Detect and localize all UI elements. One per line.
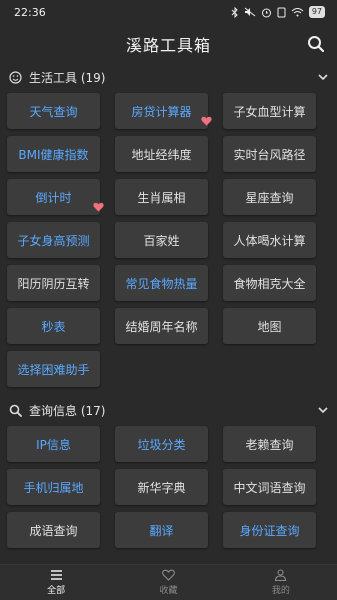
chevron-down-icon[interactable] <box>317 71 329 83</box>
nav-label: 收藏 <box>159 586 178 596</box>
tool-tile[interactable]: 地址经纬度 <box>115 136 208 172</box>
tool-label: 倒计时 <box>35 190 72 205</box>
alarm-icon <box>261 8 271 17</box>
tool-label: 老赖查询 <box>245 437 294 452</box>
mute-icon <box>244 7 256 17</box>
tool-tile[interactable]: 地图 <box>223 308 316 344</box>
favorite-heart-icon <box>93 202 104 212</box>
tool-label: 秒表 <box>41 319 66 334</box>
tool-tile[interactable]: 垃圾分类 <box>115 426 208 462</box>
search-icon[interactable] <box>307 35 325 53</box>
section-life-tools: 生活工具 (19) 天气查询 房贷计算器 子女血型计算 BMI健康指数 地址经纬度 实时台… <box>0 64 337 387</box>
tool-tile[interactable]: 选择困难助手 <box>7 351 100 387</box>
smiley-icon <box>9 70 23 84</box>
tool-label: 地址经纬度 <box>131 147 192 162</box>
status-bar: 22:36 97 <box>0 0 337 24</box>
tool-label: 人体喝水计算 <box>233 233 306 248</box>
tool-label: 百家姓 <box>143 233 180 248</box>
tool-tile[interactable]: 中文词语查询 <box>223 469 316 505</box>
tool-tile[interactable]: BMI健康指数 <box>7 136 100 172</box>
list-icon <box>50 570 62 580</box>
tool-label: 手机归属地 <box>23 480 84 495</box>
tool-tile[interactable]: 人体喝水计算 <box>223 222 316 258</box>
bottom-nav: 全部 收藏 我的 <box>0 564 337 600</box>
search-icon <box>9 403 23 417</box>
section-query-info: 查询信息 (17) IP信息 垃圾分类 老赖查询手机归属地 新华字典 中文词语查询成语查… <box>0 397 337 548</box>
tool-tile[interactable]: 倒计时 <box>7 179 104 215</box>
tool-grid-query: IP信息 垃圾分类 老赖查询手机归属地 新华字典 中文词语查询成语查询 翻译 身份证查询 <box>0 423 337 548</box>
app-bar: 溪路工具箱 <box>0 24 337 64</box>
heart-icon <box>162 569 175 581</box>
section-header-life-tools[interactable]: 生活工具 (19) <box>0 64 337 90</box>
tool-tile[interactable]: 常见食物热量 <box>115 265 208 301</box>
tool-tile[interactable]: 身份证查询 <box>223 512 316 548</box>
nav-item-favorites[interactable]: 收藏 <box>112 565 224 600</box>
status-time: 22:36 <box>14 5 46 19</box>
tool-label: 常见食物热量 <box>125 276 198 291</box>
tool-tile[interactable]: 老赖查询 <box>223 426 316 462</box>
tool-label: 翻译 <box>149 523 174 538</box>
tool-label: 选择困难助手 <box>17 362 90 377</box>
section-title: 查询信息 (17) <box>29 403 106 418</box>
tool-tile[interactable]: 百家姓 <box>115 222 208 258</box>
chevron-down-icon[interactable] <box>317 404 329 416</box>
tool-tile[interactable]: 结婚周年名称 <box>115 308 208 344</box>
battery-indicator: 97 <box>308 6 325 18</box>
nav-label: 我的 <box>271 586 290 596</box>
tool-tile[interactable]: 新华字典 <box>115 469 208 505</box>
tool-label: 地图 <box>257 319 282 334</box>
tool-label: 中文词语查询 <box>233 480 306 495</box>
tool-label: 食物相克大全 <box>233 276 306 291</box>
tool-tile[interactable]: 生肖属相 <box>115 179 208 215</box>
tool-label: 房贷计算器 <box>131 104 192 119</box>
sim-icon <box>277 7 286 17</box>
tool-tile[interactable]: 阳历阴历互转 <box>7 265 100 301</box>
wifi-icon <box>291 8 304 17</box>
tool-label: 成语查询 <box>29 523 78 538</box>
section-header-query-info[interactable]: 查询信息 (17) <box>0 397 337 423</box>
tool-tile[interactable]: 实时台风路径 <box>223 136 316 172</box>
tool-label: 阳历阴历互转 <box>17 276 90 291</box>
tool-tile[interactable]: 子女血型计算 <box>223 93 316 129</box>
tool-label: IP信息 <box>36 437 71 452</box>
tool-label: 星座查询 <box>245 190 294 205</box>
tool-label: 结婚周年名称 <box>125 319 198 334</box>
tool-label: 新华字典 <box>137 480 186 495</box>
tool-tile[interactable]: 翻译 <box>115 512 208 548</box>
tool-label: 子女血型计算 <box>233 104 306 119</box>
tool-tile[interactable]: IP信息 <box>7 426 100 462</box>
tool-tile[interactable]: 秒表 <box>7 308 100 344</box>
tool-label: BMI健康指数 <box>18 147 89 162</box>
status-icons: 97 <box>231 6 325 18</box>
tool-label: 实时台风路径 <box>233 147 306 162</box>
tool-grid-life: 天气查询 房贷计算器 子女血型计算 BMI健康指数 地址经纬度 实时台风路径倒计时 生肖属相… <box>0 90 337 387</box>
tool-label: 子女身高预测 <box>17 233 90 248</box>
tool-label: 生肖属相 <box>137 190 186 205</box>
tool-label: 垃圾分类 <box>137 437 186 452</box>
nav-item-mine[interactable]: 我的 <box>225 565 337 600</box>
tool-tile[interactable]: 房贷计算器 <box>115 93 212 129</box>
tool-tile[interactable]: 天气查询 <box>7 93 100 129</box>
tool-tile[interactable]: 成语查询 <box>7 512 100 548</box>
bluetooth-icon <box>231 6 238 18</box>
nav-item-all[interactable]: 全部 <box>0 565 112 600</box>
tool-tile[interactable]: 手机归属地 <box>7 469 100 505</box>
favorite-heart-icon <box>201 116 212 126</box>
tool-tile[interactable]: 食物相克大全 <box>223 265 316 301</box>
tool-tile[interactable]: 星座查询 <box>223 179 316 215</box>
tool-label: 天气查询 <box>29 104 78 119</box>
tool-tile[interactable]: 子女身高预测 <box>7 222 100 258</box>
person-icon <box>275 569 287 581</box>
app-title: 溪路工具箱 <box>125 36 211 55</box>
nav-label: 全部 <box>47 586 66 596</box>
tool-label: 身份证查询 <box>239 523 300 538</box>
section-title: 生活工具 (19) <box>29 70 106 85</box>
